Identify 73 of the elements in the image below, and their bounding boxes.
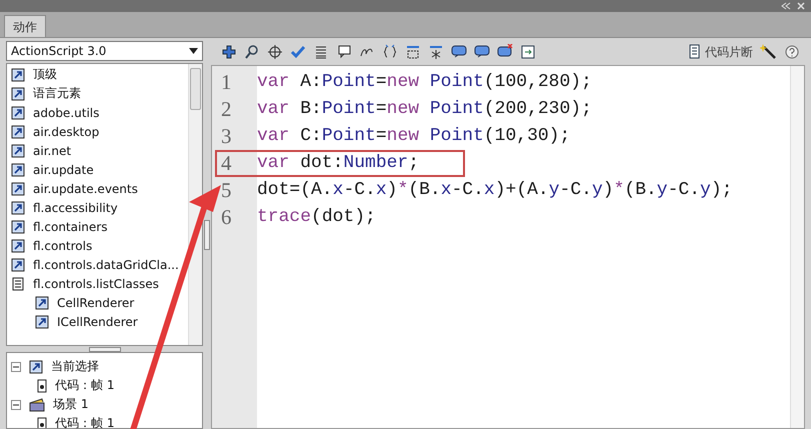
code-line: var dot:Number; <box>257 152 420 175</box>
class-icon <box>11 68 25 82</box>
comment-line-icon[interactable] <box>474 44 490 60</box>
code-line: dot=(A.x-C.x)*(B.x-C.x)+(A.y-C.y)*(B.y-C.y); <box>257 179 732 202</box>
class-icon <box>11 238 25 252</box>
add-icon[interactable] <box>221 44 237 60</box>
code-snippets-button[interactable]: 代码片断 <box>685 44 753 60</box>
clapperboard-icon <box>29 398 45 412</box>
library-item[interactable]: air.desktop <box>7 122 188 141</box>
line-number: 4 <box>220 152 232 175</box>
panel-toggle-icon[interactable] <box>520 44 536 60</box>
code-line: var C:Point=new Point(10,30); <box>257 125 570 148</box>
comment-block-icon[interactable] <box>451 44 467 60</box>
script-tree-item[interactable]: 代码：帧 1 <box>7 376 202 395</box>
search-icon[interactable] <box>244 44 260 60</box>
magic-wand-icon[interactable] <box>760 44 778 60</box>
class-icon <box>35 296 49 310</box>
library-item[interactable]: air.update <box>7 160 188 179</box>
class-icon <box>35 314 49 328</box>
collapse-icon[interactable] <box>781 2 791 10</box>
collapse-selection-icon[interactable] <box>405 44 421 60</box>
line-number: 1 <box>220 71 232 94</box>
library-item[interactable]: air.net <box>7 141 188 160</box>
splitter-handle[interactable] <box>204 220 210 250</box>
library-item[interactable]: adobe.utils <box>7 103 188 122</box>
library-item[interactable]: ICellRenderer <box>7 312 188 331</box>
scrollbar[interactable] <box>790 66 804 428</box>
script-tree-item[interactable]: 场景 1 <box>7 395 202 414</box>
class-icon <box>29 360 43 374</box>
script-tree-item[interactable]: 当前选择 <box>7 357 202 376</box>
code-editor[interactable]: 1 var A:Point=new Point(100,280); 2 var B:Point=new Point(200,230); 3 var C:Point=new Point(10,30); 4 var dot:Number; 5 dot=(A.x-C.x)*(B.x-C.x)+(A.y-C.y)*(B.y-C.y); 6 trace(dot); <box>211 65 805 429</box>
document-icon <box>11 276 25 290</box>
library-item[interactable]: fl.containers <box>7 217 188 236</box>
code-line: var B:Point=new Point(200,230); <box>257 98 592 121</box>
library-item[interactable]: fl.accessibility <box>7 198 188 217</box>
line-number: 6 <box>220 206 232 229</box>
code-line: var A:Point=new Point(100,280); <box>257 71 592 94</box>
library-item[interactable]: fl.controls.listClasses <box>7 274 188 293</box>
caret-icon <box>189 48 198 54</box>
library-item[interactable]: fl.controls.dataGridCla... <box>7 255 188 274</box>
class-icon <box>11 162 25 176</box>
asterisk-icon[interactable] <box>428 44 444 60</box>
align-lines-icon[interactable] <box>313 44 329 60</box>
scrollbar[interactable] <box>188 64 202 345</box>
frame-icon <box>37 378 47 392</box>
library-item[interactable]: air.update.events <box>7 179 188 198</box>
library-item[interactable]: CellRenderer <box>7 293 188 312</box>
close-icon[interactable] <box>797 2 805 10</box>
braces-icon[interactable] <box>382 44 398 60</box>
help-icon[interactable] <box>785 45 799 59</box>
library-item[interactable]: 顶级 <box>7 65 188 84</box>
class-icon <box>11 124 25 138</box>
code-line: trace(dot); <box>257 206 376 229</box>
class-icon <box>11 106 25 120</box>
collapse-toggle-icon[interactable] <box>11 400 21 410</box>
line-number: 5 <box>220 179 232 202</box>
checkmark-icon[interactable] <box>290 44 306 60</box>
splitter-handle[interactable] <box>88 346 120 352</box>
speech-bubble-icon[interactable] <box>336 44 352 60</box>
crosshair-icon[interactable] <box>267 44 283 60</box>
class-icon <box>11 200 25 214</box>
line-number: 2 <box>220 98 232 121</box>
class-icon <box>11 144 25 158</box>
library-item[interactable]: 语言元素 <box>7 84 188 103</box>
language-dropdown[interactable]: ActionScript 3.0 <box>6 41 203 61</box>
line-number: 3 <box>220 125 232 148</box>
class-icon <box>11 258 25 272</box>
library-item[interactable]: fl.controls <box>7 236 188 255</box>
collapse-toggle-icon[interactable] <box>11 362 21 372</box>
actions-tab[interactable]: 动作 <box>4 15 46 37</box>
class-icon <box>11 182 25 196</box>
class-icon <box>11 86 25 100</box>
class-icon <box>11 220 25 234</box>
